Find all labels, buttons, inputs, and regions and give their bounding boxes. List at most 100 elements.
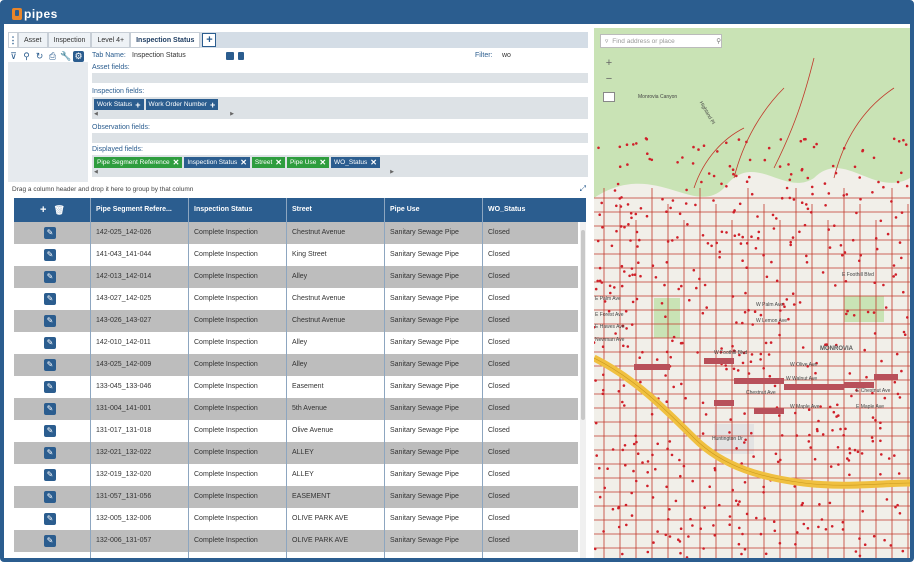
manhole-node — [882, 185, 885, 189]
manhole-node — [728, 515, 732, 518]
edit-icon[interactable]: ✎ — [44, 293, 56, 305]
basemap-icon[interactable] — [603, 92, 615, 102]
edit-icon[interactable]: ✎ — [44, 469, 56, 481]
tab-inspection[interactable]: Inspection — [47, 32, 92, 48]
arrow-right-icon[interactable]: ▶ — [390, 169, 394, 175]
chip-work-order-number[interactable]: Work Order Number + — [145, 99, 219, 110]
refresh-icon[interactable]: ↻ — [34, 51, 45, 62]
expand-icon[interactable]: ⤢ — [580, 184, 586, 194]
map-label-huntington: Huntington Dr — [712, 436, 743, 442]
table-row[interactable]: ✎ 132-019_132-020 Complete Inspection ALLEY… — [14, 464, 578, 486]
gear-icon[interactable]: ⚙ — [73, 50, 84, 62]
plus-icon[interactable]: + — [210, 100, 215, 110]
table-row[interactable]: ✎ 132-005_132-006 Complete Inspection OLIVE… — [14, 508, 578, 530]
tab-menu-icon[interactable]: ⋮ — [8, 32, 18, 48]
chip-pipe-use[interactable]: Pipe Use ✕ — [286, 157, 330, 168]
table-row[interactable]: ✎ 143-025_142-009 Complete Inspection Alley… — [14, 354, 578, 376]
cell-pipe-use: Sanitary Sewage Pipe — [390, 515, 459, 522]
edit-icon[interactable]: ✎ — [44, 359, 56, 371]
arrow-right-icon[interactable]: ▶ — [230, 111, 234, 117]
table-row[interactable]: ✎ 132-006_131-057 Complete Inspection OLIVE… — [14, 530, 578, 552]
close-icon[interactable]: ✕ — [319, 158, 326, 167]
grid-scrollbar[interactable] — [580, 222, 586, 558]
manhole-node — [794, 411, 797, 415]
edit-icon[interactable]: ✎ — [44, 337, 56, 349]
close-icon[interactable]: ✕ — [275, 158, 282, 167]
col-pipe-segment-reference[interactable]: Pipe Segment Refere... — [96, 198, 172, 222]
app-logo[interactable]: pipes — [12, 7, 58, 21]
trash-icon[interactable]: 🗑 — [54, 205, 65, 215]
manhole-node — [676, 236, 679, 239]
table-row[interactable]: ✎ 142-010_142-011 Complete Inspection Alley… — [14, 332, 578, 354]
col-pipe-use[interactable]: Pipe Use — [390, 198, 420, 222]
edit-icon[interactable]: ✎ — [44, 447, 56, 459]
arrow-left-icon[interactable]: ◀ — [94, 111, 98, 117]
table-row[interactable]: ✎ 132-021_132-022 Complete Inspection ALLEY… — [14, 442, 578, 464]
close-icon[interactable]: ✕ — [173, 158, 180, 167]
arrow-left-icon[interactable]: ◀ — [94, 169, 98, 175]
edit-icon[interactable]: ✎ — [44, 513, 56, 525]
zoom-out-button[interactable]: − — [602, 72, 616, 86]
table-row[interactable]: ✎ 131-017_131-018 Complete Inspection Olive… — [14, 420, 578, 442]
table-row[interactable]: ✎ 142-013_142-014 Complete Inspection Alley… — [14, 266, 578, 288]
asset-fields-dropzone[interactable] — [92, 73, 588, 83]
edit-icon[interactable]: ✎ — [44, 403, 56, 415]
search-icon[interactable]: ⚲ — [716, 37, 721, 45]
tab-inspection-status[interactable]: Inspection Status — [130, 32, 201, 48]
chip-scroll[interactable]: ◀ ▶ — [94, 169, 394, 175]
map-search-box[interactable]: ▿ Find address or place ⚲ — [600, 34, 722, 48]
add-tab-button[interactable]: + — [202, 33, 217, 47]
col-street[interactable]: Street — [292, 198, 312, 222]
table-row[interactable]: ✎ 143-026_143-027 Complete Inspection Chest… — [14, 310, 578, 332]
tab-level-4[interactable]: Level 4+ — [91, 32, 131, 48]
group-by-bar[interactable]: Drag a column header and drop it here to… — [8, 184, 588, 196]
table-row[interactable]: ✎ 143-027_142-025 Complete Inspection Chest… — [14, 288, 578, 310]
search-icon[interactable]: ⚲ — [21, 51, 32, 62]
edit-icon[interactable]: ✎ — [44, 227, 56, 239]
edit-icon[interactable]: ✎ — [44, 535, 56, 547]
edit-icon[interactable]: ✎ — [44, 249, 56, 261]
manhole-node — [870, 436, 874, 439]
cell-pipe-segment-reference: 143-025_142-009 — [96, 361, 152, 368]
filter-input[interactable]: wo — [502, 52, 511, 59]
inspection-fields-dropzone[interactable]: Work Status + Work Order Number + ◀ ▶ — [92, 97, 588, 119]
map-search-input[interactable]: Find address or place — [612, 38, 712, 45]
tab-name-input[interactable]: Inspection Status — [132, 52, 186, 59]
edit-icon[interactable]: ✎ — [44, 425, 56, 437]
chip-pipe-segment-reference[interactable]: Pipe Segment Reference ✕ — [94, 157, 183, 168]
table-row[interactable]: ✎ 133-045_133-046 Complete Inspection Easem… — [14, 376, 578, 398]
observation-fields-dropzone[interactable] — [92, 133, 588, 143]
edit-icon[interactable]: ✎ — [44, 315, 56, 327]
map-canvas[interactable] — [594, 28, 910, 558]
chip-inspection-status[interactable]: Inspection Status ✕ — [184, 157, 250, 168]
col-wo-status[interactable]: WO_Status — [488, 198, 525, 222]
close-icon[interactable]: ✕ — [370, 158, 377, 167]
tab-asset[interactable]: Asset — [18, 32, 48, 48]
trash-icon[interactable] — [238, 52, 244, 60]
edit-icon[interactable]: ✎ — [44, 491, 56, 503]
wrench-icon[interactable]: 🔧 — [60, 51, 71, 62]
print-icon[interactable]: ⎙ — [47, 51, 58, 62]
save-icon[interactable] — [226, 52, 234, 60]
chip-street[interactable]: Street ✕ — [251, 157, 285, 168]
chip-scroll[interactable]: ◀ ▶ — [94, 111, 234, 117]
table-row[interactable]: ✎ 142-025_142-026 Complete Inspection Chest… — [14, 222, 578, 244]
menu-icon[interactable]: ▿ — [605, 37, 608, 45]
chip-wo-status[interactable]: WO_Status ✕ — [331, 157, 380, 168]
zoom-in-button[interactable]: + — [602, 56, 616, 70]
close-icon[interactable]: ✕ — [240, 158, 247, 167]
table-row[interactable]: ✎ 131-057_131-056 Complete Inspection EASEM… — [14, 486, 578, 508]
displayed-fields-dropzone[interactable]: Pipe Segment Reference ✕ Inspection Statu… — [92, 155, 588, 177]
plus-icon[interactable]: + — [135, 100, 140, 110]
table-row[interactable]: ✎ 141-043_141-044 Complete Inspection King … — [14, 244, 578, 266]
add-row-icon[interactable]: + — [40, 204, 46, 216]
manhole-node — [685, 188, 688, 192]
scrollbar-thumb[interactable] — [581, 230, 585, 420]
table-row[interactable]: ✎ 131-004_141-001 Complete Inspection 5th A… — [14, 398, 578, 420]
chip-work-status[interactable]: Work Status + — [94, 99, 144, 110]
col-inspection-status[interactable]: Inspection Status — [194, 198, 252, 222]
edit-icon[interactable]: ✎ — [44, 381, 56, 393]
filter-icon[interactable]: ⊽ — [8, 51, 19, 62]
edit-icon[interactable]: ✎ — [44, 271, 56, 283]
map-view[interactable]: ▿ Find address or place ⚲ + − Monrovia C… — [594, 28, 910, 558]
